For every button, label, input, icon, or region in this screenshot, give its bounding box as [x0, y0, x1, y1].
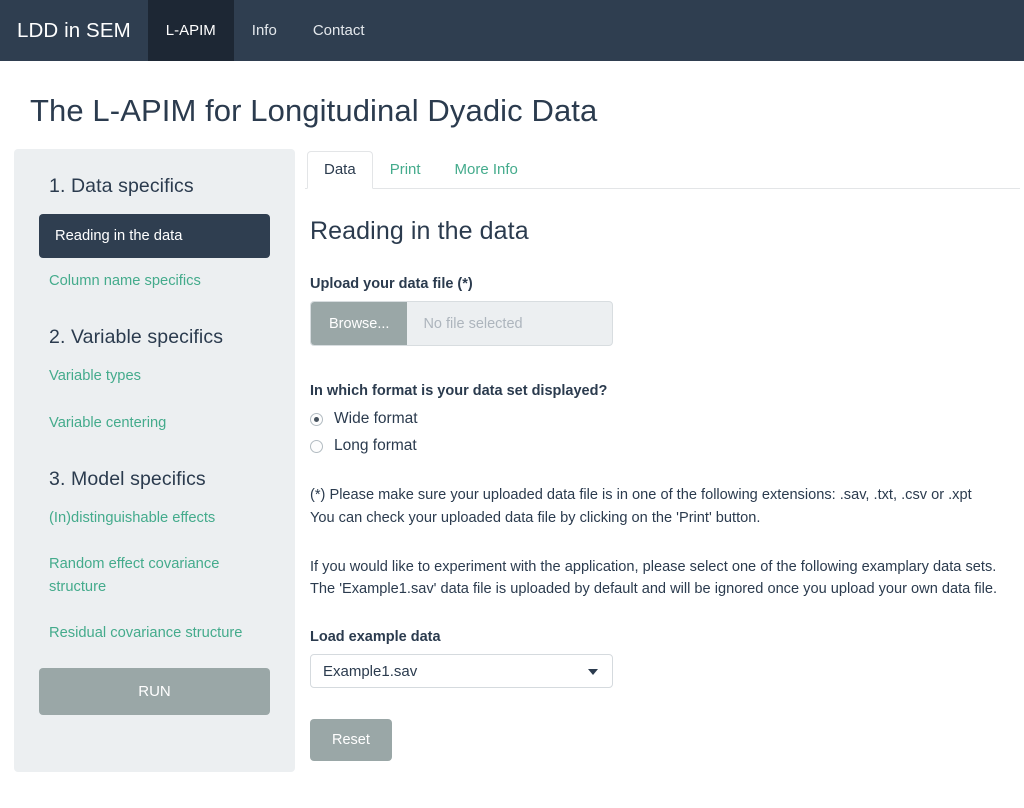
browse-button[interactable]: Browse... [311, 302, 408, 345]
load-example-data-select[interactable]: Example1.sav [310, 654, 613, 689]
sidebar-item-random-effect-covariance-structure[interactable]: Random effect covariance structure [49, 553, 270, 598]
radio-long-format-icon[interactable] [310, 439, 323, 453]
radio-option-long-format[interactable]: Long format [310, 437, 1020, 455]
format-question-label: In which format is your data set display… [310, 383, 608, 399]
sidebar-item-variable-centering[interactable]: Variable centering [49, 412, 270, 434]
run-button[interactable]: RUN [39, 668, 270, 716]
sidebar-item-reading-in-the-data[interactable]: Reading in the data [39, 214, 270, 258]
sidebar-heading-data-specifics: 1. Data specifics [49, 175, 194, 197]
tab-data[interactable]: Data [307, 151, 373, 189]
tab-print[interactable]: Print [373, 151, 438, 189]
reset-button[interactable]: Reset [310, 719, 392, 762]
sidebar-item-residual-covariance-structure[interactable]: Residual covariance structure [49, 622, 270, 644]
example-data-note-line2: The 'Example1.sav' data file is uploaded… [310, 581, 998, 598]
nav-item-info[interactable]: Info [234, 0, 295, 61]
sidebar-item-variable-types[interactable]: Variable types [49, 365, 270, 387]
brand-logo[interactable]: LDD in SEM [0, 0, 148, 61]
radio-wide-format-label: Wide format [334, 410, 418, 427]
file-upload-control[interactable]: Browse... No file selected [310, 301, 613, 346]
load-example-data-value: Example1.sav [323, 662, 418, 680]
chevron-down-icon[interactable] [588, 669, 598, 676]
file-name-display: No file selected [423, 315, 523, 332]
sidebar-heading-variable-specifics: 2. Variable specifics [49, 326, 224, 349]
example-data-note: If you would like to experiment with the… [310, 556, 1020, 602]
nav-item-l-apim[interactable]: L-APIM [147, 0, 234, 61]
file-extension-note: (*) Please make sure your uploaded data … [310, 484, 1020, 530]
upload-label: Upload your data file (*) [310, 276, 473, 292]
tab-bar: Data Print More Info [305, 149, 1020, 189]
file-extension-note-line1: (*) Please make sure your uploaded data … [310, 487, 972, 503]
page-layout: 1. Data specifics Reading in the data Co… [0, 149, 1024, 772]
sidebar: 1. Data specifics Reading in the data Co… [14, 149, 295, 772]
radio-wide-format-icon[interactable] [310, 412, 323, 426]
tab-more-info[interactable]: More Info [438, 151, 535, 189]
example-data-note-line1: If you would like to experiment with the… [310, 558, 997, 575]
section-title: Reading in the data [310, 217, 529, 245]
page-title: The L-APIM for Longitudinal Dyadic Data [30, 93, 598, 128]
main-content: Data Print More Info Reading in the data… [295, 149, 1020, 762]
load-example-data-label: Load example data [310, 629, 441, 646]
radio-long-format-label: Long format [334, 437, 417, 454]
sidebar-item-column-name-specifics[interactable]: Column name specifics [49, 270, 270, 292]
nav-item-contact[interactable]: Contact [295, 0, 383, 61]
sidebar-item-indistinguishable-effects[interactable]: (In)distinguishable effects [49, 507, 270, 529]
radio-option-wide-format[interactable]: Wide format [310, 410, 1020, 428]
file-extension-note-line2: You can check your uploaded data file by… [310, 509, 761, 526]
top-navbar: LDD in SEM L-APIM Info Contact [0, 0, 1024, 61]
sidebar-heading-model-specifics: 3. Model specifics [49, 468, 206, 491]
